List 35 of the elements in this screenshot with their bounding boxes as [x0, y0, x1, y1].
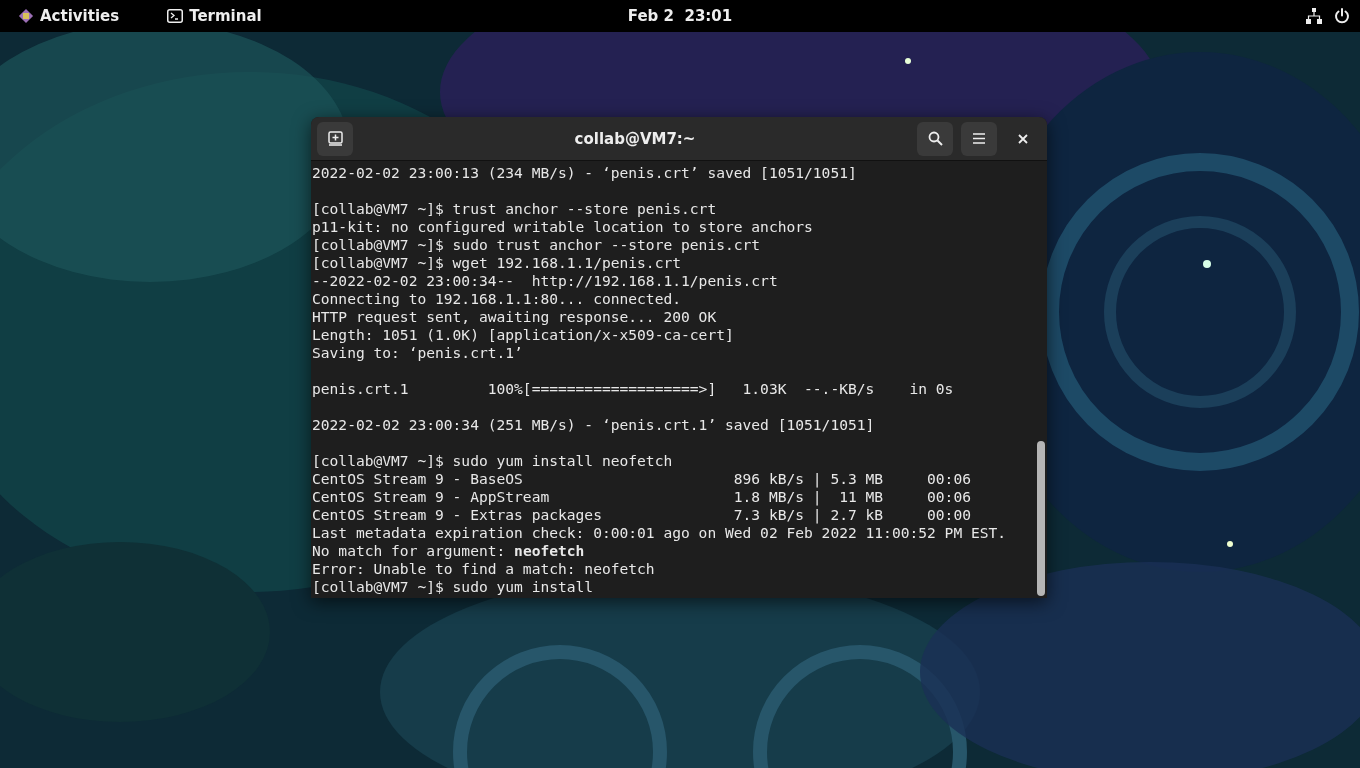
terminal-line: CentOS Stream 9 - Extras packages 7.3 kB/s | 2.7 kB 00:00 — [312, 506, 972, 524]
search-button[interactable] — [917, 121, 953, 156]
terminal-line: penis.crt.1 100%[===================>] 1.03K --.-KB/s in 0s — [312, 380, 955, 398]
menu-button[interactable] — [961, 121, 997, 156]
terminal-line: [collab@VM7 ~]$ sudo trust anchor --store penis.crt — [312, 236, 762, 254]
network-icon[interactable] — [1306, 8, 1322, 24]
terminal-line: Error: Unable to find a match: neofetch — [312, 560, 656, 578]
terminal-line: [collab@VM7 ~]$ trust anchor --store penis.crt — [312, 200, 718, 218]
terminal-line: Connecting to 192.168.1.1:80... connected. — [312, 290, 683, 308]
search-icon — [927, 131, 943, 146]
terminal-icon — [167, 9, 184, 23]
terminal-line: HTTP request sent, awaiting response... 200 OK — [312, 308, 718, 326]
activities-button[interactable]: Activities — [18, 7, 120, 25]
terminal-line: [collab@VM7 ~]$ sudo yum install — [312, 578, 595, 596]
terminal-line: [collab@VM7 ~]$ sudo yum install neofetch — [312, 452, 674, 470]
terminal-line: p11-kit: no configured writable location to store anchors — [312, 218, 814, 236]
terminal-line: 2022-02-02 23:00:13 (234 MB/s) - ‘penis.crt’ saved [1051/1051] — [312, 164, 858, 182]
new-tab-icon — [327, 131, 343, 146]
scrollbar-thumb[interactable] — [1037, 441, 1045, 596]
menu-icon — [973, 133, 985, 144]
window-title: collab@VM7:~ — [573, 129, 697, 148]
terminal-line: Last metadata expiration check: 0:00:01 ago on Wed 02 Feb 2022 11:00:52 PM EST. — [312, 524, 1008, 542]
close-icon — [1018, 133, 1028, 144]
terminal-line: --2022-02-02 23:00:34-- http://192.168.1.1/penis.crt — [312, 272, 779, 290]
clock[interactable]: Feb 2 23:01 — [627, 7, 733, 25]
terminal-line: CentOS Stream 9 - AppStream 1.8 MB/s | 11 MB 00:06 — [312, 488, 972, 506]
new-tab-button[interactable] — [317, 121, 353, 156]
terminal-line: No match for argument: neofetch — [312, 542, 586, 560]
terminal-line: CentOS Stream 9 - BaseOS 896 kB/s | 5.3 MB 00:06 — [312, 470, 972, 488]
terminal-line: [collab@VM7 ~]$ wget 192.168.1.1/penis.crt — [312, 254, 683, 272]
terminal-line: Saving to: ‘penis.crt.1’ — [312, 344, 524, 362]
power-icon[interactable] — [1334, 8, 1350, 24]
app-menu-button[interactable]: Terminal — [167, 7, 262, 25]
terminal-line: 2022-02-02 23:00:34 (251 MB/s) - ‘penis.crt.1’ saved [1051/1051] — [312, 416, 876, 434]
terminal-line: Length: 1051 (1.0K) [application/x-x509-ca-cert] — [312, 326, 735, 344]
